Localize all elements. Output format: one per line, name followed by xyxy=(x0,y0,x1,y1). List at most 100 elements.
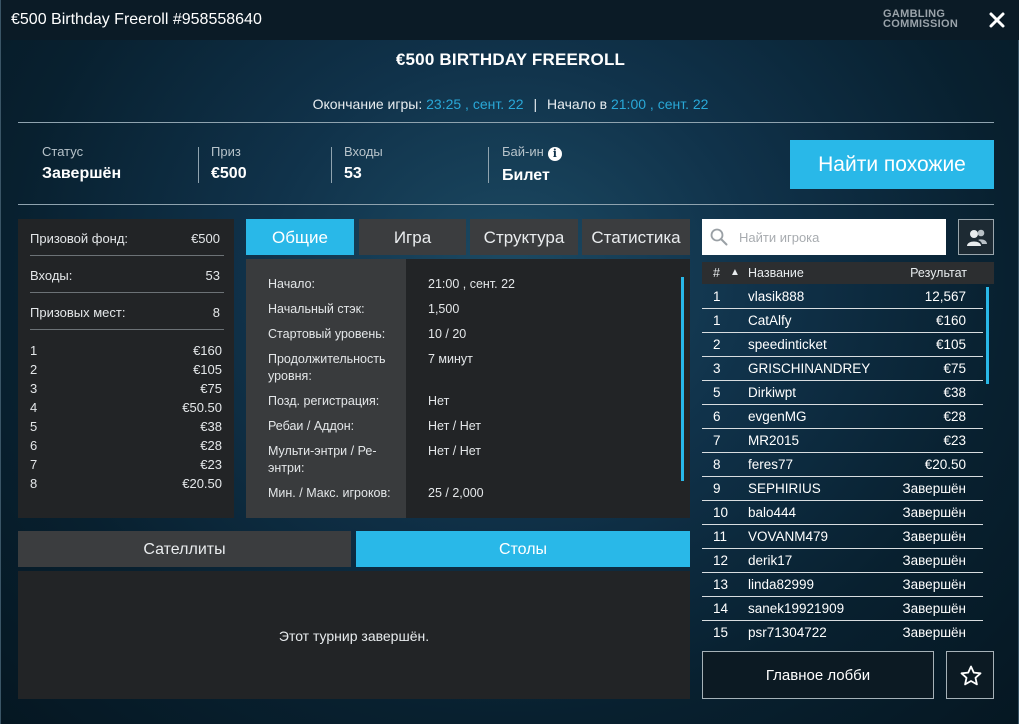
table-row[interactable]: 10 balo444 Завершён xyxy=(702,501,983,525)
stat-entries: Входы 53 xyxy=(344,144,383,183)
table-row[interactable]: 2 speedinticket €105 xyxy=(702,333,983,357)
row-label: Призовой фонд: xyxy=(30,231,129,246)
stat-value: Завершён xyxy=(42,165,122,182)
detail-value: 21:00 , сент. 22 xyxy=(428,277,515,291)
end-time: 23:25 , сент. 22 xyxy=(426,96,524,112)
details-scrollbar[interactable] xyxy=(681,277,684,481)
table-row[interactable]: 8 feres77 €20.50 xyxy=(702,453,983,477)
table-row[interactable]: 12 derik17 Завершён xyxy=(702,549,983,573)
col-rank-header[interactable]: # xyxy=(713,266,720,280)
table-row[interactable]: 9 SEPHIRIUS Завершён xyxy=(702,477,983,501)
players-button[interactable] xyxy=(958,219,994,255)
row-player: GRISCHINANDREY xyxy=(748,361,871,376)
favorite-button[interactable] xyxy=(946,651,994,699)
payout-list: 1 €160 2 €105 3 €75 4 €50.50 5 €38 6 €28 7 €23 … xyxy=(30,341,222,493)
player-search-input[interactable] xyxy=(739,226,939,248)
sort-asc-icon[interactable]: ▲ xyxy=(730,267,740,278)
table-row[interactable]: 6 evgenMG €28 xyxy=(702,405,983,429)
info-icon[interactable]: i xyxy=(547,147,562,161)
table-row[interactable]: 1 vlasik888 12,567 xyxy=(702,285,983,309)
payout-amount: €23 xyxy=(200,457,222,472)
start-time: 21:00 , сент. 22 xyxy=(610,96,709,112)
tab-satellites[interactable]: Сателлиты xyxy=(18,531,351,567)
title-bar: €500 Birthday Freeroll #958558640 GAMBLI… xyxy=(1,0,1019,40)
detail-value: 10 / 20 xyxy=(428,327,467,341)
detail-key: Мин. / Макс. игроков: xyxy=(268,486,391,500)
players-icon xyxy=(967,229,987,246)
payout-item: 1 €160 xyxy=(30,341,222,360)
tab-tables[interactable]: Столы xyxy=(356,531,690,567)
stat-label: Статус xyxy=(42,144,84,159)
row-player: speedinticket xyxy=(748,337,827,352)
logo-line-2: COMMISSION xyxy=(883,18,959,30)
row-value: 8 xyxy=(212,305,220,320)
tournament-lobby-window: €500 Birthday Freeroll #958558640 GAMBLI… xyxy=(0,0,1019,724)
row-rank: 13 xyxy=(713,577,729,592)
col-result-header[interactable]: Результат xyxy=(910,266,967,280)
table-row[interactable]: 11 VOVANM479 Завершён xyxy=(702,525,983,549)
tournament-details-panel: Начало: 21:00 , сент. 22 Начальный стэк: 1… xyxy=(246,259,690,518)
star-icon xyxy=(960,665,982,686)
payout-amount: €38 xyxy=(200,419,222,434)
times-separator: | xyxy=(533,96,538,112)
paid-places-row: Призовых мест: 8 xyxy=(30,293,224,330)
table-row[interactable]: 5 Dirkiwpt €38 xyxy=(702,381,983,405)
close-icon xyxy=(989,12,1005,28)
tab-structure[interactable]: Структура xyxy=(470,219,578,255)
row-rank: 14 xyxy=(713,601,729,616)
stat-label: Бай-ин i xyxy=(502,144,562,161)
main-lobby-button[interactable]: Главное лобби xyxy=(702,651,934,699)
row-label: Входы: xyxy=(30,268,73,283)
payout-amount: €28 xyxy=(200,438,222,453)
stat-value: 53 xyxy=(344,165,362,182)
stat-value: Билет xyxy=(502,167,550,184)
row-label: Призовых мест: xyxy=(30,305,126,320)
row-result: 12,567 xyxy=(924,289,966,304)
table-row[interactable]: 1 CatAlfy €160 xyxy=(702,309,983,333)
row-player: VOVANM479 xyxy=(748,529,829,544)
table-row[interactable]: 7 MR2015 €23 xyxy=(702,429,983,453)
row-player: linda82999 xyxy=(748,577,815,592)
row-rank: 7 xyxy=(713,433,721,448)
end-label: Окончание игры: xyxy=(312,96,423,112)
row-result: €38 xyxy=(943,385,966,400)
prize-pool-panel: Призовой фонд: €500 Входы: 53 Призовых м… xyxy=(18,219,234,518)
detail-value: 25 / 2,000 xyxy=(428,486,484,500)
row-rank: 5 xyxy=(713,385,721,400)
detail-key: Начало: xyxy=(268,277,316,291)
table-row[interactable]: 13 linda82999 Завершён xyxy=(702,573,983,597)
find-similar-button[interactable]: Найти похожие xyxy=(790,140,994,189)
row-player: Dirkiwpt xyxy=(748,385,797,400)
tournament-name: €500 BIRTHDAY FREEROLL xyxy=(395,50,626,69)
stat-status: Статус Завершён xyxy=(42,144,121,183)
close-button[interactable] xyxy=(986,9,1008,31)
row-player: CatAlfy xyxy=(748,313,792,328)
detail-value: Нет / Нет xyxy=(428,444,481,458)
payout-item: 2 €105 xyxy=(30,360,222,379)
row-player: feres77 xyxy=(748,457,794,472)
row-rank: 3 xyxy=(713,361,721,376)
leaderboard-scrollbar[interactable] xyxy=(986,287,989,384)
tab-statistics[interactable]: Статистика xyxy=(582,219,690,255)
entries-row: Входы: 53 xyxy=(30,256,224,293)
detail-value: Нет xyxy=(428,394,450,408)
payout-amount: €50.50 xyxy=(182,400,222,415)
payout-amount: €75 xyxy=(200,381,222,396)
stat-label: Входы xyxy=(344,144,383,159)
stat-divider xyxy=(488,147,489,183)
detail-key: Начальный стэк: xyxy=(268,302,365,316)
row-rank: 11 xyxy=(713,529,728,544)
detail-key: Ребаи / Аддон: xyxy=(268,419,355,433)
table-row[interactable]: 3 GRISCHINANDREY €75 xyxy=(702,357,983,381)
row-rank: 1 xyxy=(713,289,721,304)
detail-key: Мульти-энтри / Ре-энтри: xyxy=(268,444,377,475)
payout-place: 2 xyxy=(30,362,38,377)
table-row[interactable]: 14 sanek19921909 Завершён xyxy=(702,597,983,621)
col-name-header[interactable]: Название xyxy=(748,266,804,280)
payout-place: 6 xyxy=(30,438,38,453)
tab-general[interactable]: Общие xyxy=(246,219,354,255)
table-row[interactable]: 15 psr71304722 Завершён xyxy=(702,621,983,640)
leaderboard-list: 1 vlasik888 12,567 1 CatAlfy €160 2 speedinti… xyxy=(702,285,983,640)
row-result: Завершён xyxy=(902,625,967,640)
tab-game[interactable]: Игра xyxy=(359,219,466,255)
